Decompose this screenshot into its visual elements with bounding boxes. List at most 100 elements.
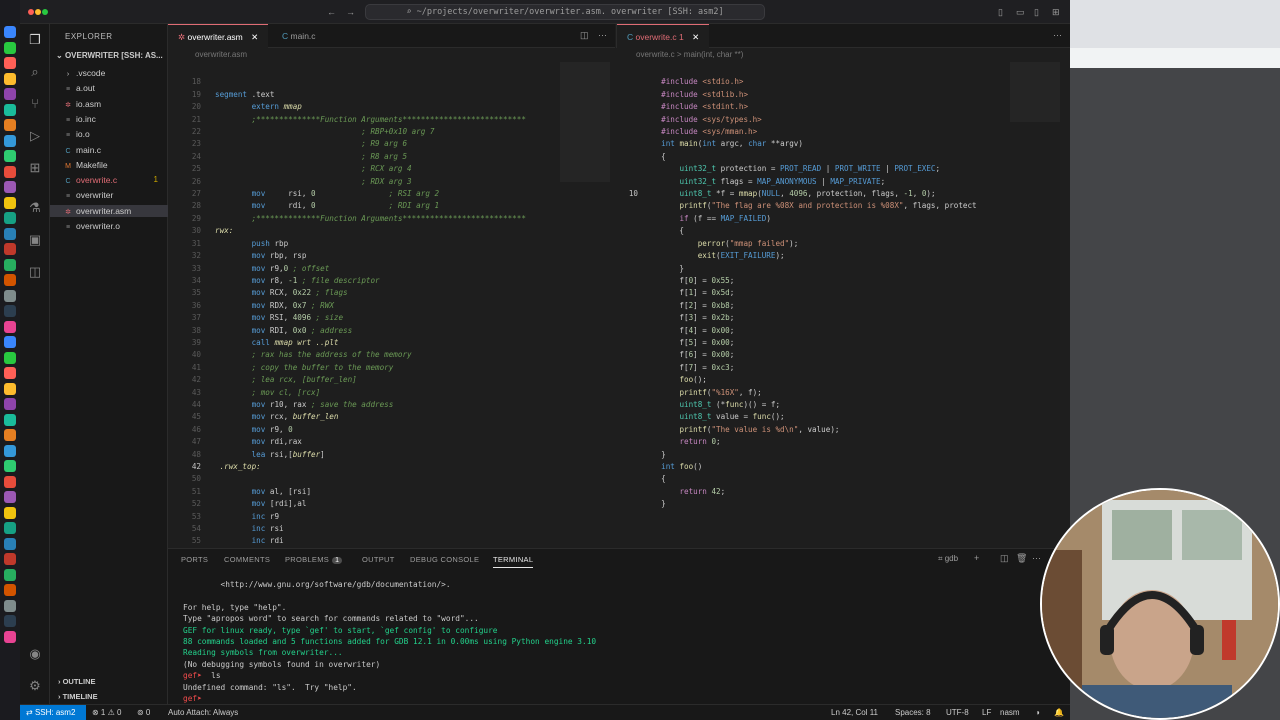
dock-app-icon[interactable] (4, 491, 16, 503)
remote-explorer-icon[interactable]: ▣ (27, 232, 43, 248)
accounts-icon[interactable]: ◉ (27, 646, 43, 662)
file-item[interactable]: Coverwrite.c 1 (50, 174, 168, 186)
source-control-icon[interactable]: ⑂ (27, 96, 43, 112)
left-minimap[interactable] (560, 62, 610, 182)
dock-app-icon[interactable] (4, 243, 16, 255)
dock-app-icon[interactable] (4, 181, 16, 193)
dock-app-icon[interactable] (4, 258, 16, 271)
explorer-icon[interactable]: ❐ (27, 32, 43, 48)
asm-code[interactable]: 18 19 segment .text 20 extern mmap 21 ;**… (175, 64, 526, 560)
tab-overwrite-c[interactable]: C overwrite.c 1 ✕ (617, 24, 710, 48)
more-actions-icon[interactable]: ⋯ (598, 30, 607, 41)
dock-app-icon[interactable] (4, 444, 16, 457)
dock-app-icon[interactable] (4, 630, 16, 643)
dock-app-icon[interactable] (4, 429, 16, 441)
trash-icon[interactable]: 🗑 (1016, 553, 1027, 564)
more-actions-icon[interactable]: ⋯ (1053, 30, 1062, 41)
file-item[interactable]: ✲ io.asm (50, 98, 168, 110)
project-folder-header[interactable]: ⌄ OVERWRITER [SSH: AS... (56, 51, 163, 60)
file-item[interactable]: ≡ overwriter.o (50, 220, 168, 232)
dock-app-icon[interactable] (4, 274, 16, 286)
tab-problems[interactable]: PROBLEMS 1 (285, 555, 343, 564)
dock-app-icon[interactable] (4, 382, 16, 395)
new-terminal-icon[interactable]: + (974, 553, 979, 563)
dock-app-icon[interactable] (4, 119, 16, 131)
dock-app-icon[interactable] (4, 506, 16, 519)
dock-app-icon[interactable] (4, 134, 16, 147)
testing-icon[interactable]: ⚗ (27, 200, 43, 216)
auto-attach-status[interactable]: Auto Attach: Always (168, 705, 238, 720)
dock-app-icon[interactable] (4, 615, 16, 627)
file-item[interactable]: ≡ overwriter (50, 189, 168, 201)
dock-app-icon[interactable] (4, 103, 16, 116)
tab-ports[interactable]: PORTS (181, 555, 208, 564)
dock-app-icon[interactable] (4, 150, 16, 162)
dock-app-icon[interactable] (4, 320, 16, 333)
file-item[interactable]: › .vscode (50, 67, 168, 79)
outline-section[interactable]: › OUTLINE (58, 677, 96, 686)
extensions-icon[interactable]: ⊞ (27, 160, 43, 176)
dock-app-icon[interactable] (4, 72, 16, 85)
tab-overwriter-asm[interactable]: ✲ overwriter.asm ✕ (168, 24, 269, 48)
cursor-position[interactable]: Ln 42, Col 11 (831, 705, 878, 720)
tab-debug-console[interactable]: DEBUG CONSOLE (410, 555, 479, 564)
dock-app-icon[interactable] (4, 398, 16, 410)
file-item[interactable]: Cmain.c (50, 144, 168, 156)
tab-comments[interactable]: COMMENTS (224, 555, 270, 564)
toggle-panel-icon[interactable]: ▭ (1016, 7, 1025, 18)
settings-gear-icon[interactable]: ⚙ (27, 678, 43, 694)
extension-view-icon[interactable]: ◫ (27, 264, 43, 280)
tab-output[interactable]: OUTPUT (362, 555, 395, 564)
more-actions-icon[interactable]: ⋯ (1032, 553, 1041, 564)
split-editor-icon[interactable]: ◫ (580, 30, 589, 41)
file-item[interactable]: ≡ a.out (50, 82, 168, 94)
dock-app-icon[interactable] (4, 367, 16, 379)
dock-app-icon[interactable] (4, 475, 16, 488)
search-icon[interactable]: ⌕ (27, 64, 43, 80)
toggle-secondary-sidebar-icon[interactable]: ▯ (1034, 7, 1039, 18)
tab-main-c[interactable]: C main.c (272, 24, 326, 48)
timeline-section[interactable]: › TIMELINE (58, 692, 98, 701)
dock-app-icon[interactable] (4, 599, 16, 612)
file-item[interactable]: ≡ io.o (50, 128, 168, 140)
eol-status[interactable]: LF (982, 705, 991, 720)
indentation-status[interactable]: Spaces: 8 (895, 705, 931, 720)
terminal-output[interactable]: <http://www.gnu.org/software/gdb/documen… (183, 579, 596, 704)
notifications-bell-icon[interactable]: 🔔 (1054, 705, 1064, 720)
c-code[interactable]: #include <stdio.h> #include <stdlib.h> #… (620, 64, 977, 523)
command-center[interactable]: ⌕ ~/projects/overwriter/overwriter.asm. … (365, 4, 765, 20)
dock-app-icon[interactable] (4, 88, 16, 100)
dock-app-icon[interactable] (4, 460, 16, 472)
dock-app-icon[interactable] (4, 289, 16, 302)
remote-indicator[interactable]: ⇄ SSH: asm2 (20, 705, 86, 720)
dock-app-icon[interactable] (4, 305, 16, 317)
toggle-sidebar-icon[interactable]: ▯ (998, 7, 1003, 18)
terminal-instance[interactable]: ⌗ gdb (938, 554, 958, 564)
file-item[interactable]: ✲ overwriter.asm (50, 204, 168, 217)
dock-app-icon[interactable] (4, 57, 16, 69)
language-mode[interactable]: nasm (1000, 705, 1020, 720)
dock-app-icon[interactable] (4, 537, 16, 550)
dock-app-icon[interactable] (4, 553, 16, 565)
back-arrow-icon[interactable]: ← (327, 7, 336, 17)
close-icon[interactable]: ✕ (251, 32, 258, 42)
right-minimap[interactable] (1010, 62, 1060, 122)
dock-app-icon[interactable] (4, 336, 16, 348)
file-item[interactable]: ≡ io.inc (50, 113, 168, 125)
dock-app-icon[interactable] (4, 196, 16, 209)
left-breadcrumb[interactable]: overwriter.asm (195, 50, 247, 59)
forward-arrow-icon[interactable]: → (346, 7, 355, 17)
split-terminal-icon[interactable]: ◫ (1000, 553, 1009, 564)
file-item[interactable]: M Makefile (50, 159, 168, 171)
dock-app-icon[interactable] (4, 351, 16, 364)
ports-status[interactable]: ⊚ 0 (137, 705, 150, 720)
dock-app-icon[interactable] (4, 26, 16, 38)
close-window-button[interactable] (28, 9, 34, 15)
dock-app-icon[interactable] (4, 584, 16, 596)
dock-app-icon[interactable] (4, 568, 16, 581)
dock-app-icon[interactable] (4, 413, 16, 426)
right-breadcrumb[interactable]: overwrite.c > main(int, char **) (636, 50, 743, 59)
customize-layout-icon[interactable]: ⊞ (1052, 7, 1060, 18)
dock-app-icon[interactable] (4, 227, 16, 240)
maximize-window-button[interactable] (42, 9, 48, 15)
